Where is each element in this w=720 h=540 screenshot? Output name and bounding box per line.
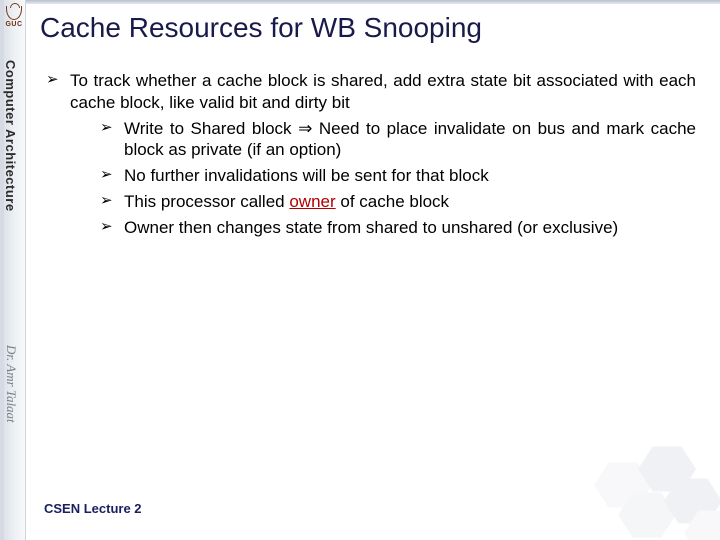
slide: GUC Computer Architecture Dr. Amr Talaat…: [0, 0, 720, 540]
logo-text: GUC: [5, 21, 22, 28]
top-accent-bar: [0, 0, 720, 4]
bullet-sub3-b: of cache block: [336, 192, 449, 211]
guc-logo: GUC: [4, 6, 24, 46]
bullet-sub2-text: No further invalidations will be sent fo…: [124, 166, 489, 185]
implies-arrow-icon: ⇒: [298, 119, 312, 138]
hexagon-decoration: [580, 442, 720, 540]
bullet-sub4-text: Owner then changes state from shared to …: [124, 218, 618, 237]
owner-keyword: owner: [289, 192, 335, 211]
course-label: Computer Architecture: [3, 60, 18, 212]
bullet-main-text: To track whether a cache block is shared…: [70, 71, 696, 112]
bullet-sub-3: This processor called owner of cache blo…: [100, 191, 696, 213]
bullet-sub1-a: Write to Shared block: [124, 119, 298, 138]
hex-icon: [664, 476, 720, 526]
hex-icon: [618, 490, 676, 540]
hex-icon: [638, 444, 696, 494]
hex-icon: [684, 508, 720, 540]
author-label: Dr. Amr Talaat: [3, 345, 19, 423]
bullet-sub-2: No further invalidations will be sent fo…: [100, 165, 696, 187]
hex-icon: [594, 460, 652, 510]
logo-shape-icon: [6, 6, 22, 20]
bullet-sub-4: Owner then changes state from shared to …: [100, 217, 696, 239]
left-sidebar: GUC Computer Architecture Dr. Amr Talaat: [0, 0, 26, 540]
slide-title: Cache Resources for WB Snooping: [40, 12, 700, 44]
bullet-main: To track whether a cache block is shared…: [46, 70, 696, 238]
bullet-sub3-a: This processor called: [124, 192, 289, 211]
bullet-sub-1: Write to Shared block ⇒ Need to place in…: [100, 118, 696, 162]
sub-bullets: Write to Shared block ⇒ Need to place in…: [70, 118, 696, 239]
footer-label: CSEN Lecture 2: [44, 501, 142, 516]
slide-body: To track whether a cache block is shared…: [46, 70, 696, 244]
